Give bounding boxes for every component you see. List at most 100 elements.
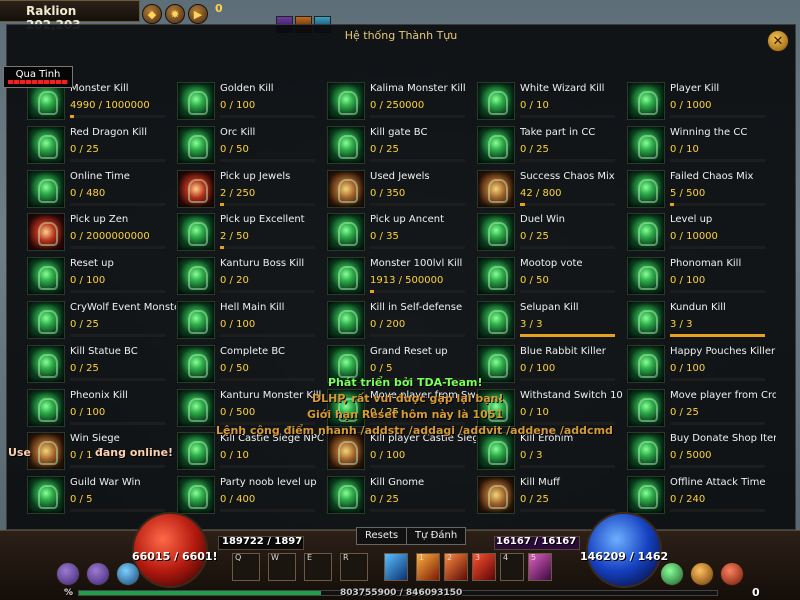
achievement-item[interactable]: Red Dragon Kill 0 / 25 [27, 125, 177, 169]
achievement-item[interactable]: Selupan Kill 3 / 3 [477, 300, 627, 344]
achievement-item[interactable]: Golden Kill 0 / 100 [177, 81, 327, 125]
achievement-item[interactable]: Hell Main Kill 0 / 100 [177, 300, 327, 344]
achievement-progress: 0 / 25 [70, 318, 99, 330]
achievement-name: Online Time [70, 170, 130, 182]
arrow-menu-icon[interactable]: ▶ [188, 4, 208, 24]
quest-menu-icon[interactable] [690, 562, 714, 586]
achievement-item[interactable]: Pick up Ancent 0 / 35 [327, 212, 477, 256]
achievement-progress: 0 / 480 [70, 187, 106, 199]
skill-slot-4[interactable]: 4 [500, 553, 524, 581]
achievement-item[interactable]: Kill in Self-defense 0 / 200 [327, 300, 477, 344]
achievement-progress-bar [670, 202, 765, 206]
top-quick-icons: ◆ ✸ ▶ [142, 4, 208, 24]
achievement-icon [27, 476, 65, 515]
achievement-progress-bar [70, 377, 165, 381]
achievement-progress: 3 / 3 [520, 318, 543, 330]
hotkey-slot-w[interactable]: W [268, 553, 296, 581]
achievement-item[interactable]: White Wizard Kill 0 / 10 [477, 81, 627, 125]
character-menu-icon[interactable] [56, 562, 80, 586]
achievement-item[interactable]: Move player from Swamp 0 / 25 [327, 388, 477, 432]
achievement-item[interactable]: Pick up Jewels 2 / 250 [177, 169, 327, 213]
achievement-item[interactable]: Phonoman Kill 0 / 100 [627, 256, 777, 300]
party-menu-icon[interactable] [116, 562, 140, 586]
achievement-item[interactable]: Take part in CC 0 / 25 [477, 125, 627, 169]
skill-slot-5[interactable]: 5 [528, 553, 552, 581]
achievement-name: Duel Win [520, 214, 565, 226]
achievement-panel: Hệ thống Thành Tựu ✕ Monster Kill 4990 / … [6, 24, 796, 530]
achievement-item[interactable]: Duel Win 0 / 25 [477, 212, 627, 256]
achievement-item[interactable]: Level up 0 / 10000 [627, 212, 777, 256]
achievement-icon [177, 432, 215, 471]
achievement-progress-bar [70, 202, 165, 206]
achievement-item[interactable]: Pheonix Kill 0 / 100 [27, 388, 177, 432]
achievement-item[interactable]: Move player from Crown 0 / 25 [627, 388, 777, 432]
achievement-progress-bar [70, 509, 165, 513]
achievement-item[interactable]: Party noob level up 0 / 400 [177, 475, 327, 519]
achievement-progress-bar [220, 465, 315, 469]
achievement-item[interactable]: Mootop vote 0 / 50 [477, 256, 627, 300]
achievement-progress-bar [70, 333, 165, 337]
achievement-progress: 3 / 3 [670, 318, 693, 330]
achievement-item[interactable]: Success Chaos Mix 42 / 800 [477, 169, 627, 213]
resets-tab[interactable]: Resets [356, 527, 408, 545]
achievement-progress-bar [70, 421, 165, 425]
achievement-progress-bar [70, 115, 165, 118]
achievement-item[interactable]: Reset up 0 / 100 [27, 256, 177, 300]
achievement-item[interactable]: Kundun Kill 3 / 3 [627, 300, 777, 344]
achievement-item[interactable]: Kill Statue BC 0 / 25 [27, 344, 177, 388]
achievement-item[interactable]: Kanturu Monster Kill 0 / 500 [177, 388, 327, 432]
guild-menu-icon[interactable] [660, 562, 684, 586]
achievement-progress-bar [370, 333, 465, 337]
achievement-progress: 0 / 10 [220, 450, 249, 462]
skill-slot-1[interactable]: 1 [416, 553, 440, 581]
close-button[interactable]: ✕ [767, 30, 789, 52]
system-menu-icon[interactable] [720, 562, 744, 586]
achievement-item[interactable]: Kill Castle Siege NPC 0 / 10 [177, 431, 327, 475]
achievement-progress: 0 / 25 [370, 406, 399, 418]
achievement-item[interactable]: Kill Erohim 0 / 3 [477, 431, 627, 475]
achievement-item[interactable]: Kanturu Boss Kill 0 / 20 [177, 256, 327, 300]
achievement-item[interactable]: Kill Muff 0 / 25 [477, 475, 627, 519]
achievement-item[interactable]: Guild War Win 0 / 5 [27, 475, 177, 519]
achievement-item[interactable]: Blue Rabbit Killer 0 / 100 [477, 344, 627, 388]
achievement-item[interactable]: CryWolf Event Monster 0 / 25 [27, 300, 177, 344]
hotkey-slot-r[interactable]: R [340, 553, 368, 581]
achievement-item[interactable]: Player Kill 0 / 1000 [627, 81, 777, 125]
skill-slot-2[interactable]: 2 [444, 553, 468, 581]
auto-attack-tab[interactable]: Tự Đánh [406, 527, 467, 545]
achievement-item[interactable]: Online Time 0 / 480 [27, 169, 177, 213]
achievement-item[interactable]: Complete BC 0 / 50 [177, 344, 327, 388]
skill-menu-icon[interactable]: ✸ [165, 4, 185, 24]
achievement-progress: 0 / 100 [520, 362, 556, 374]
achievement-item[interactable]: Pick up Excellent 2 / 50 [177, 212, 327, 256]
achievement-icon [327, 169, 365, 208]
achievement-item[interactable]: Winning the CC 0 / 10 [627, 125, 777, 169]
achievement-item[interactable]: Kill player Castle Siege 0 / 100 [327, 431, 477, 475]
achievement-item[interactable]: Failed Chaos Mix 5 / 500 [627, 169, 777, 213]
skill-slot-active[interactable] [384, 553, 408, 581]
hotkey-slot-q[interactable]: Q [232, 553, 260, 581]
achievement-icon [477, 125, 515, 164]
achievement-name: CryWolf Event Monster [70, 301, 176, 313]
shield-menu-icon[interactable]: ◆ [142, 4, 162, 24]
achievement-item[interactable]: Orc Kill 0 / 50 [177, 125, 327, 169]
achievement-item[interactable]: Win Siege 0 / 1 [27, 431, 177, 475]
inventory-menu-icon[interactable] [86, 562, 110, 586]
achievement-item[interactable]: Offline Attack Time 0 / 240 [627, 475, 777, 519]
achievement-item[interactable]: Used Jewels 0 / 350 [327, 169, 477, 213]
achievement-name: Failed Chaos Mix [670, 170, 754, 182]
achievement-icon [327, 344, 365, 383]
achievement-item[interactable]: Grand Reset up 0 / 5 [327, 344, 477, 388]
achievement-item[interactable]: Withstand Switch 10 min 0 / 10 [477, 388, 627, 432]
achievement-progress-bar [670, 115, 765, 118]
achievement-item[interactable]: Kalima Monster Kill 0 / 250000 [327, 81, 477, 125]
achievement-item[interactable]: Pick up Zen 0 / 2000000000 [27, 212, 177, 256]
achievement-item[interactable]: Kill gate BC 0 / 25 [327, 125, 477, 169]
achievement-item[interactable]: Happy Pouches Killer 0 / 100 [627, 344, 777, 388]
achievement-name: Withstand Switch 10 min [520, 389, 626, 401]
achievement-item[interactable]: Monster 100lvl Kill 1913 / 500000 [327, 256, 477, 300]
achievement-item[interactable]: Kill Gnome 0 / 25 [327, 475, 477, 519]
achievement-item[interactable]: Buy Donate Shop Item 0 / 5000 [627, 431, 777, 475]
hotkey-slot-e[interactable]: E [304, 553, 332, 581]
skill-slot-3[interactable]: 3 [472, 553, 496, 581]
